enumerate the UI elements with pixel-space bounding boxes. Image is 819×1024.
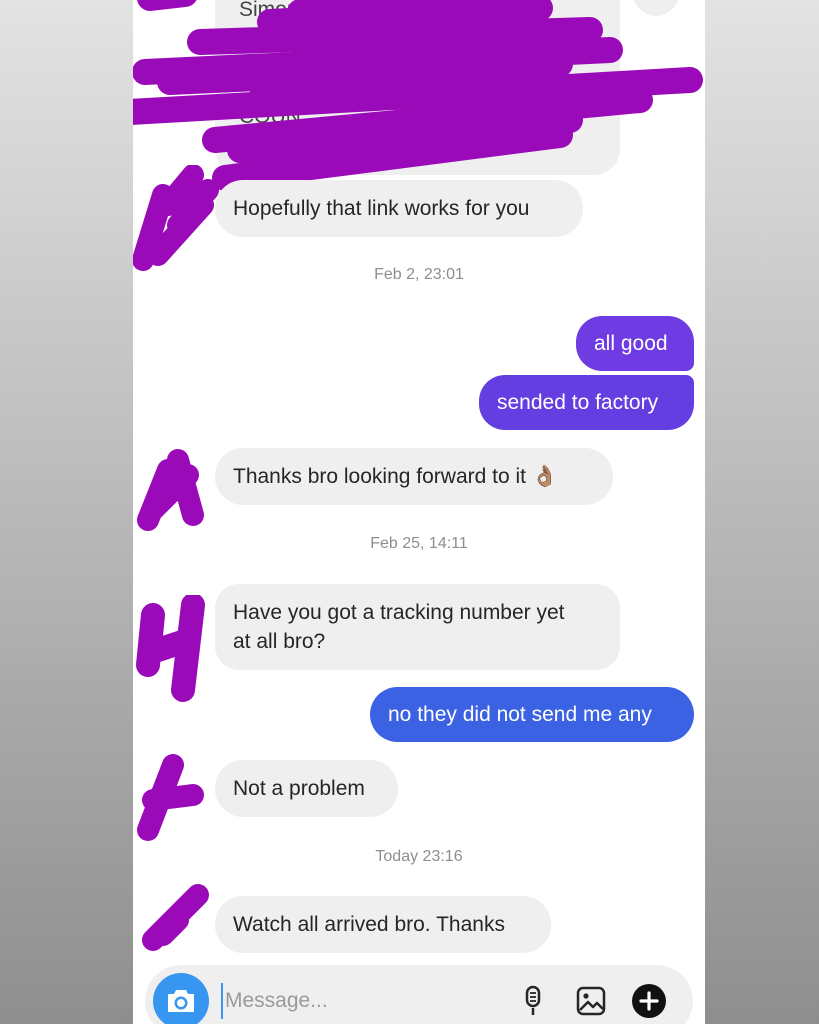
- timestamp: Feb 2, 23:01: [374, 266, 464, 283]
- incoming-message[interactable]: Not a problem: [215, 760, 398, 817]
- message-line: at all bro?: [233, 630, 326, 653]
- chat-screen: Simon S COUN 47593 Hopefully that link w…: [133, 0, 705, 1024]
- microphone-button[interactable]: [515, 983, 551, 1019]
- incoming-message[interactable]: Thanks bro looking forward to it 👌🏽: [215, 448, 613, 505]
- address-line: Simon S: [239, 0, 319, 21]
- camera-button[interactable]: [153, 973, 209, 1024]
- message-line: Have you got a tracking number yet: [233, 601, 565, 624]
- incoming-message[interactable]: Have you got a tracking number yet at al…: [215, 584, 620, 670]
- incoming-message[interactable]: Hopefully that link works for you: [215, 180, 583, 237]
- outgoing-message[interactable]: no they did not send me any: [370, 687, 694, 742]
- address-line: 47593: [263, 135, 322, 158]
- timestamp: Today 23:16: [375, 848, 463, 865]
- microphone-icon: [525, 985, 541, 1015]
- timestamp: Feb 25, 14:11: [370, 535, 468, 552]
- outgoing-message[interactable]: all good: [576, 316, 694, 371]
- gallery-icon: [576, 986, 606, 1016]
- reaction-icon-button[interactable]: [633, 0, 679, 16]
- incoming-message[interactable]: Watch all arrived bro. Thanks: [215, 896, 551, 953]
- address-line: COUN: [239, 105, 301, 128]
- outgoing-message[interactable]: sended to factory: [479, 375, 694, 430]
- message-input[interactable]: [221, 983, 507, 1019]
- camera-icon: [168, 990, 194, 1012]
- add-button[interactable]: [631, 983, 667, 1019]
- message-composer: [145, 965, 693, 1024]
- shared-address-card: Simon S COUN 47593: [215, 0, 620, 175]
- add-icon: [632, 984, 666, 1018]
- gallery-button[interactable]: [573, 983, 609, 1019]
